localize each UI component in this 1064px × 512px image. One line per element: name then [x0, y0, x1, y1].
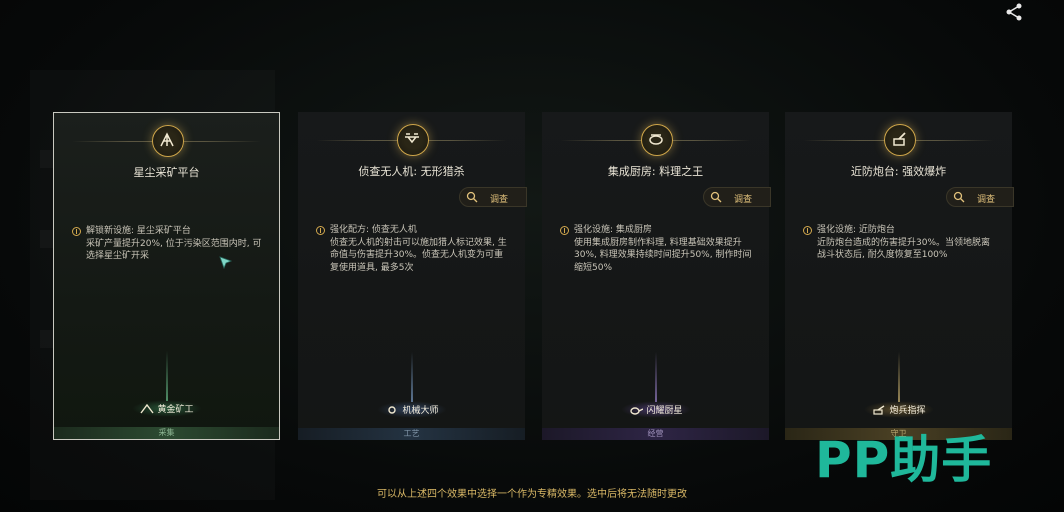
- effect-description: 强化配方: 侦查无人机 侦查无人机的射击可以施加猎人标记效果, 生命值与伤害提升…: [316, 224, 511, 274]
- badge-label: 闪耀厨星: [646, 406, 683, 416]
- mining-platform-icon: [151, 125, 184, 157]
- gear-icon: [387, 405, 396, 414]
- title-badge: 炮兵指挥: [863, 401, 934, 418]
- specialization-card-drone[interactable]: 侦查无人机: 无形猎杀 调查 强化配方: 侦查无人机 侦查无人机的射击可以施加猎…: [298, 112, 527, 440]
- pickaxe-icon: [139, 403, 154, 413]
- specialization-card-mining[interactable]: 星尘采矿平台 解锁新设施: 星尘采矿平台 采矿产量提升20%, 位于污染区范围内…: [53, 112, 280, 440]
- glow-beam: [165, 351, 168, 401]
- cannon-icon: [872, 404, 884, 415]
- effect-description: 解锁新设施: 星尘采矿平台 采矿产量提升20%, 位于污染区范围内时, 可选择星…: [72, 225, 265, 263]
- effect-body: 侦查无人机的射击可以施加猎人标记效果, 生命值与伤害提升30%。侦查无人机变为可…: [330, 237, 507, 273]
- share-icon[interactable]: [1004, 2, 1024, 22]
- info-icon: [803, 225, 812, 235]
- specialization-card-turret[interactable]: 近防炮台: 强效爆炸 调查 强化设施: 近防炮台 近防炮台造成的伤害提升30%。…: [785, 112, 1014, 440]
- effect-head: 强化设施: 近防炮台: [817, 225, 895, 235]
- investigate-button[interactable]: 调查: [946, 187, 1014, 207]
- category-footer: 采集: [54, 427, 279, 439]
- card-title: 侦查无人机: 无形猎杀: [358, 165, 465, 178]
- mouse-cursor-icon: [219, 256, 233, 270]
- kitchen-icon: [640, 124, 673, 156]
- investigate-label: 调查: [977, 195, 996, 205]
- effect-head: 强化设施: 集成厨房: [574, 225, 652, 235]
- glow-beam: [654, 352, 657, 402]
- effect-description: 强化设施: 集成厨房 使用集成厨房制作料理, 料理基础效果提升30%, 料理效果…: [560, 224, 755, 274]
- category-footer: 经营: [542, 428, 769, 440]
- badge-label: 机械大师: [402, 406, 439, 416]
- drone-icon: [396, 124, 429, 156]
- card-title: 集成厨房: 料理之王: [607, 165, 704, 178]
- effect-head: 强化配方: 侦查无人机: [330, 225, 417, 235]
- effect-head: 解锁新设施: 星尘采矿平台: [86, 226, 191, 236]
- specialization-card-kitchen[interactable]: 集成厨房: 料理之王 调查 强化设施: 集成厨房 使用集成厨房制作料理, 料理基…: [542, 112, 771, 440]
- badge-label: 炮兵指挥: [889, 406, 926, 416]
- investigate-label: 调查: [490, 195, 509, 205]
- title-badge: 黄金矿工: [131, 400, 202, 417]
- info-icon: [316, 225, 325, 235]
- turret-icon: [883, 124, 916, 156]
- effect-description: 强化设施: 近防炮台 近防炮台造成的伤害提升30%。当领地脱离战斗状态后, 耐久…: [803, 224, 998, 262]
- card-title: 星尘采矿平台: [133, 166, 200, 179]
- investigate-button[interactable]: 调查: [459, 187, 527, 207]
- category-footer: 工艺: [298, 428, 525, 440]
- investigate-button[interactable]: 调查: [703, 187, 771, 207]
- search-icon: [466, 191, 478, 203]
- effect-body: 使用集成厨房制作料理, 料理基础效果提升30%, 料理效果持续时间提升50%, …: [574, 237, 752, 273]
- effect-body: 采矿产量提升20%, 位于污染区范围内时, 可选择星尘矿开采: [86, 238, 262, 262]
- watermark-logo: PP助手: [815, 431, 993, 489]
- badge-label: 黄金矿工: [157, 405, 194, 415]
- card-title: 近防炮台: 强效爆炸: [850, 165, 947, 178]
- investigate-label: 调查: [734, 195, 753, 205]
- search-icon: [710, 191, 722, 203]
- title-badge: 闪耀厨星: [620, 401, 691, 418]
- glow-beam: [897, 352, 900, 402]
- title-badge: 机械大师: [376, 401, 447, 418]
- pan-icon: [629, 406, 643, 415]
- search-icon: [953, 191, 965, 203]
- info-icon: [560, 225, 569, 235]
- glow-beam: [410, 352, 413, 402]
- info-icon: [72, 226, 81, 236]
- effect-body: 近防炮台造成的伤害提升30%。当领地脱离战斗状态后, 耐久度恢复至100%: [817, 237, 991, 261]
